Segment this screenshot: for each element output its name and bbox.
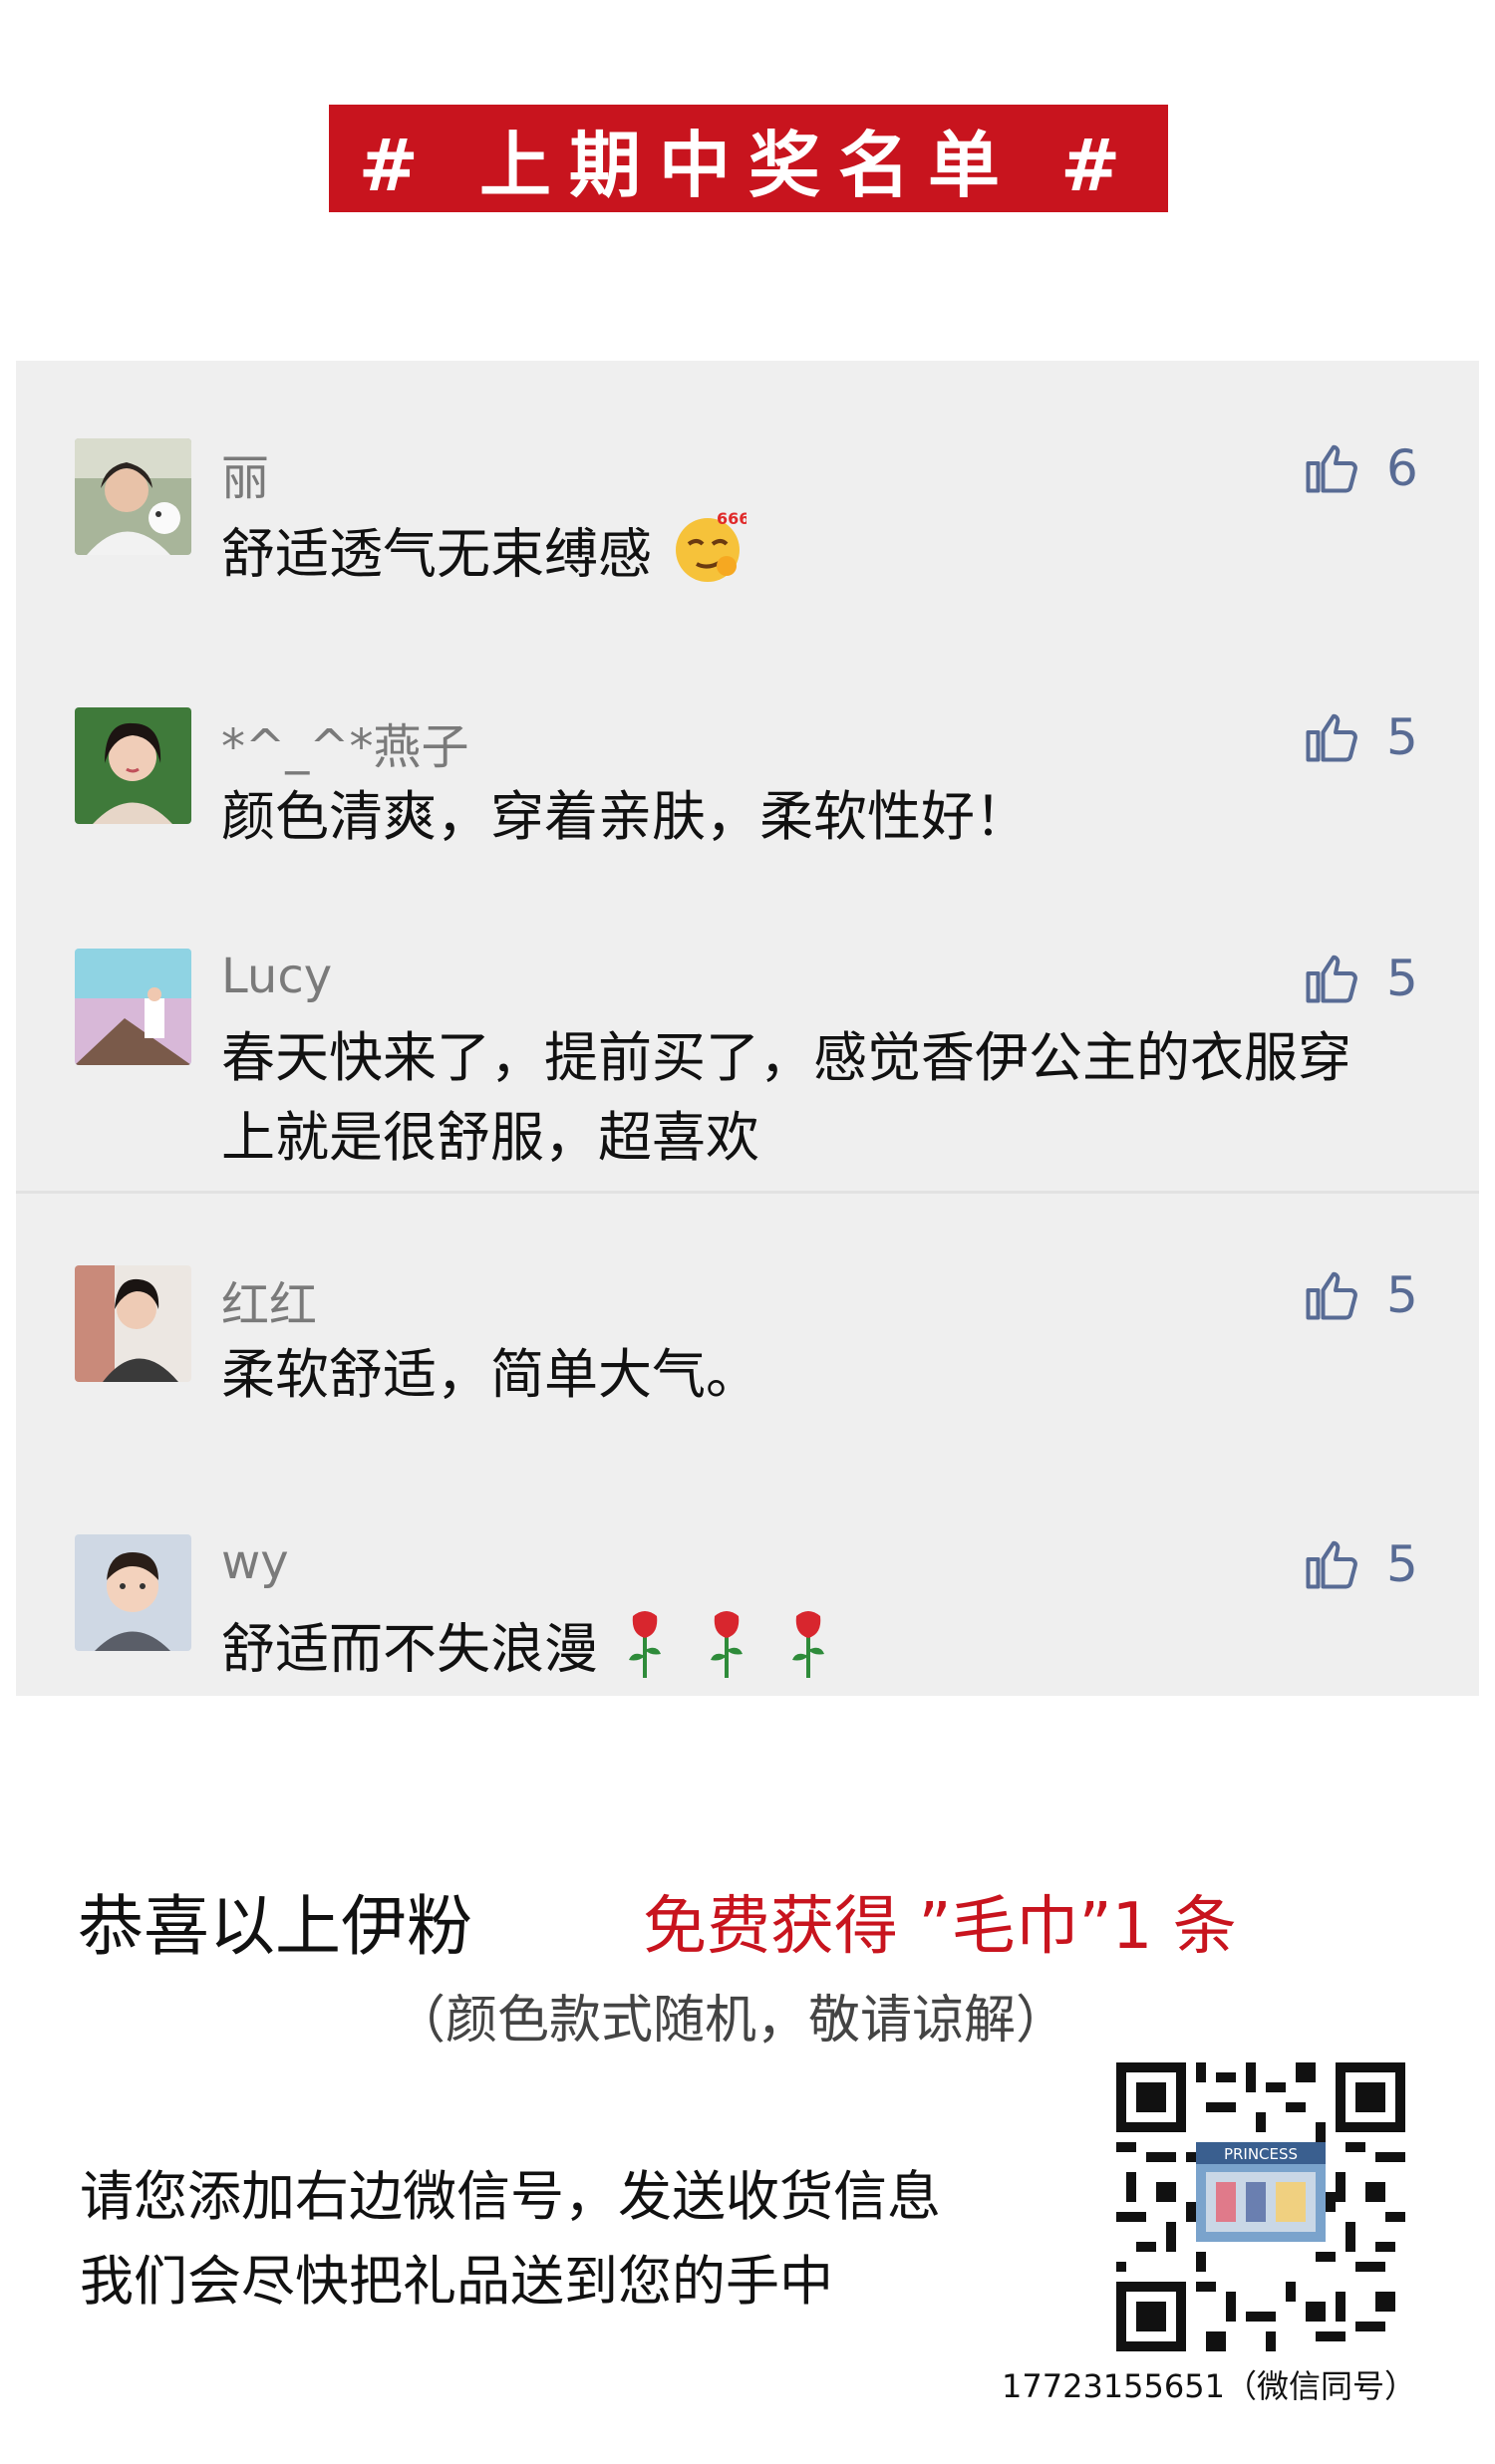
instruction-line-1: 请您添加右边微信号，发送收货信息 xyxy=(80,2165,941,2228)
comment-nickname: 红红 xyxy=(221,1277,318,1333)
666-smirk-emoji: 666 xyxy=(669,508,750,608)
svg-text:666: 666 xyxy=(717,509,747,528)
wechat-qr-code[interactable]: PRINCESS xyxy=(1116,2062,1405,2351)
thumbs-up-icon xyxy=(1306,444,1357,493)
like-button[interactable]: 5 xyxy=(1301,1265,1418,1325)
like-count: 5 xyxy=(1386,1266,1418,1324)
wechat-id: 17723155651（微信同号） xyxy=(1002,2367,1416,2405)
prize-text: 免费获得 ”毛巾”1 条 xyxy=(643,1890,1237,1964)
like-count: 5 xyxy=(1386,708,1418,766)
avatar[interactable] xyxy=(75,1534,191,1651)
instruction-line-2: 我们会尽快把礼品送到您的手中 xyxy=(80,2250,833,2313)
avatar[interactable] xyxy=(75,949,191,1065)
thumbs-up-icon xyxy=(1306,713,1357,762)
comment-content: 春天快来了，提前买了，感觉香伊公主的衣服穿上就是很舒服，超喜欢 xyxy=(221,1026,1351,1169)
like-button[interactable]: 5 xyxy=(1301,707,1418,767)
avatar[interactable] xyxy=(75,1265,191,1382)
prize-note: （颜色款式随机，敬请谅解） xyxy=(394,1991,1068,2051)
panel-divider xyxy=(16,1191,1479,1194)
page-title-banner: # 上期中奖名单 # xyxy=(329,105,1168,212)
like-count: 6 xyxy=(1386,439,1418,497)
comment-content: 柔软舒适，简单大气。 xyxy=(221,1343,759,1406)
comment-nickname: Lucy xyxy=(221,949,333,1004)
comment-content: 颜色清爽，穿着亲肤，柔软性好！ xyxy=(221,785,1029,848)
comment-content: 舒适而不失浪漫 xyxy=(221,1604,1397,1702)
page-title: # 上期中奖名单 # xyxy=(358,123,1139,207)
avatar[interactable] xyxy=(75,438,191,555)
comment-nickname: 丽 xyxy=(221,450,270,506)
thumbs-up-icon xyxy=(1306,1271,1357,1320)
like-button[interactable]: 5 xyxy=(1301,1534,1418,1594)
congrats-text: 恭喜以上伊粉 xyxy=(78,1888,472,1965)
like-button[interactable]: 5 xyxy=(1301,949,1418,1008)
thumbs-up-icon xyxy=(1306,955,1357,1003)
comment-nickname: wy xyxy=(221,1534,289,1590)
like-button[interactable]: 6 xyxy=(1301,438,1418,498)
like-count: 5 xyxy=(1386,950,1418,1007)
qr-center-text: PRINCESS xyxy=(1224,2145,1298,2163)
like-count: 5 xyxy=(1386,1535,1418,1593)
avatar[interactable] xyxy=(75,707,191,824)
rose-emoji xyxy=(615,1604,834,1702)
thumbs-up-icon xyxy=(1306,1540,1357,1589)
comment-nickname: *^_^*燕子 xyxy=(221,719,469,775)
comment-content: 舒适透气无束缚感 666 xyxy=(221,508,1397,608)
